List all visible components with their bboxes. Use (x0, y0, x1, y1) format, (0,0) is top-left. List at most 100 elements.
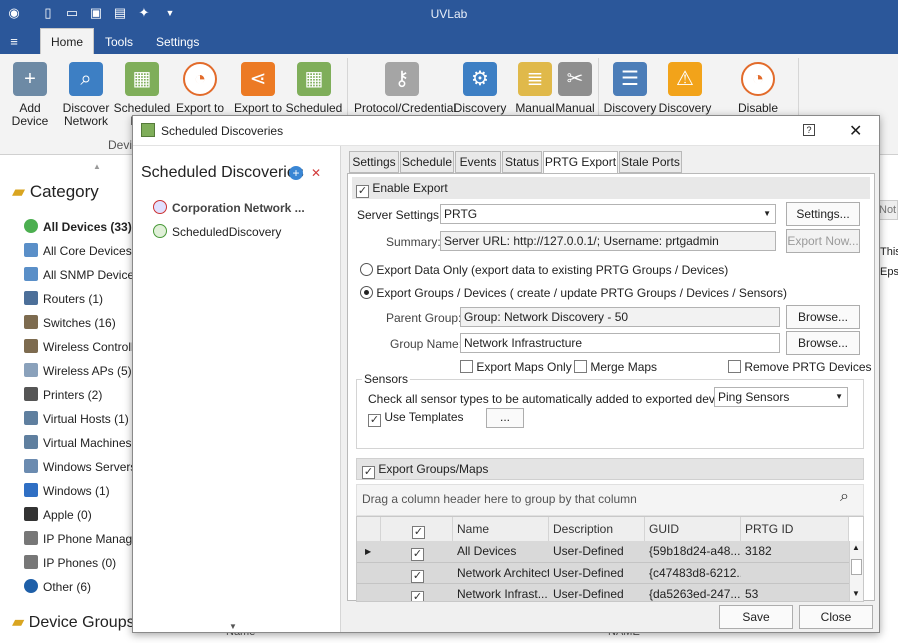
browse-group-name-button[interactable]: Browse... (786, 331, 860, 355)
tab-schedule[interactable]: Schedule (400, 151, 454, 173)
cell-name: Network Infrast... (457, 587, 548, 601)
protocol-credential-button[interactable]: ⚷ Protocol/Credential (354, 62, 456, 115)
add-device-button[interactable]: + Add Device (0, 62, 60, 128)
tab-settings[interactable]: Settings (349, 151, 399, 173)
export-data-only-radio[interactable]: Export Data Only (export data to existin… (360, 263, 728, 277)
export-now-button[interactable]: Export Now... (786, 229, 860, 253)
export-maps-only-checkbox[interactable]: Export Maps Only (460, 360, 572, 374)
scroll-down-icon[interactable]: ▼ (852, 589, 860, 598)
checkmark-icon: ✓ (412, 526, 425, 539)
group-name-label: Group Name: (390, 337, 463, 351)
vertical-scrollbar[interactable]: ▲ ▼ (849, 541, 863, 601)
radio-selected-icon (360, 286, 373, 299)
add-device-icon: + (13, 62, 47, 96)
wireless-controller-icon (24, 339, 38, 353)
checkbox-icon (728, 360, 741, 373)
discovery-list-button[interactable]: ☰ Discovery (600, 62, 660, 115)
group-by-hint: Drag a column header here to group by th… (362, 492, 637, 506)
row-expand-icon[interactable]: ▶ (361, 541, 371, 562)
category-item[interactable]: Other (6) (24, 578, 91, 596)
list-item[interactable]: ScheduledDiscovery (153, 224, 281, 239)
collapse-up-icon[interactable]: ▲ (93, 162, 101, 171)
windows-icon (24, 483, 38, 497)
discover-network-button[interactable]: ⌕ Discover Network (56, 62, 116, 128)
save-button[interactable]: Save (719, 605, 793, 629)
discovery-warning-button[interactable]: ⚠ Discovery (655, 62, 715, 115)
parent-group-field: Group: Network Discovery - 50 (460, 307, 780, 327)
checkbox-icon (460, 360, 473, 373)
scroll-up-icon[interactable]: ▲ (852, 543, 860, 552)
category-item[interactable]: IP Phone Manager (24, 530, 143, 548)
tab-events[interactable]: Events (455, 151, 501, 173)
export-to-prtg-button[interactable]: ◔ Export to (170, 62, 230, 115)
search-icon[interactable]: ⌕ (840, 488, 849, 506)
category-item[interactable]: Routers (1) (24, 290, 103, 308)
tab-home[interactable]: Home (40, 28, 95, 54)
cell-guid: {c47483d8-6212... (649, 566, 741, 580)
category-item[interactable]: Windows (1) (24, 482, 110, 500)
category-item[interactable]: Virtual Machines (0 (24, 434, 146, 452)
scheduled-button[interactable]: ▦ Scheduled (284, 62, 344, 115)
category-item[interactable]: Apple (0) (24, 506, 92, 524)
server-settings-select[interactable]: PRTG ▼ (440, 204, 776, 224)
collapse-down-icon[interactable]: ▼ (229, 622, 237, 631)
tab-stale-ports[interactable]: Stale Ports (619, 151, 682, 173)
templates-ellipsis-button[interactable]: ... (486, 408, 524, 428)
export-to-share-button[interactable]: ⋖ Export to (228, 62, 288, 115)
tab-settings[interactable]: Settings (146, 33, 209, 54)
select-all-header[interactable]: ✓ (381, 517, 453, 541)
category-item[interactable]: All Devices (33) (24, 218, 132, 236)
group-name-input[interactable]: Network Infrastructure (460, 333, 780, 353)
calendar-icon: ▦ (125, 62, 159, 96)
enable-export-checkbox[interactable]: ✓ Enable Export (356, 181, 448, 198)
category-item[interactable]: Windows Servers ( (24, 458, 144, 476)
ip-phone-manager-icon (24, 531, 38, 545)
column-header-name[interactable]: Name (453, 517, 549, 541)
row-indicator-header (357, 517, 381, 541)
category-item[interactable]: Printers (2) (24, 386, 102, 404)
table-row[interactable]: ✓ Network Architect User-Defined {c47483… (357, 562, 849, 583)
row-checkbox[interactable]: ✓ (407, 563, 424, 584)
category-item[interactable]: Virtual Hosts (1) (24, 410, 129, 428)
category-header: ▰ Category (12, 182, 99, 201)
category-item[interactable]: All Core Devices (2 (24, 242, 146, 260)
manual-link-button[interactable]: ✂ Manual (545, 62, 605, 115)
row-checkbox[interactable]: ✓ (407, 541, 424, 562)
settings-button[interactable]: Settings... (786, 202, 860, 226)
add-icon[interactable]: + (289, 166, 303, 180)
list-item[interactable]: Corporation Network ... (153, 200, 305, 215)
column-header-prtg-id[interactable]: PRTG ID (741, 517, 849, 541)
export-groups-radio[interactable]: Export Groups / Devices ( create / updat… (360, 286, 787, 300)
merge-maps-checkbox[interactable]: Merge Maps (574, 360, 657, 374)
tools-icon: ✂ (558, 62, 592, 96)
router-icon (24, 291, 38, 305)
tab-status[interactable]: Status (502, 151, 542, 173)
category-item[interactable]: IP Phones (0) (24, 554, 116, 572)
discovery-settings-button[interactable]: ⚙ Discovery (450, 62, 510, 115)
sensor-type-select[interactable]: Ping Sensors ▼ (714, 387, 848, 407)
close-button[interactable]: Close (799, 605, 873, 629)
tab-tools[interactable]: Tools (95, 33, 143, 54)
export-groups-maps-checkbox[interactable]: ✓ Export Groups/Maps (362, 462, 488, 479)
use-templates-checkbox[interactable]: ✓ Use Templates (368, 410, 464, 427)
globe-icon (24, 219, 38, 233)
help-button[interactable]: ? (803, 124, 815, 136)
table-row[interactable]: ▶ ✓ All Devices User-Defined {59b18d24-a… (357, 541, 849, 562)
browse-parent-group-button[interactable]: Browse... (786, 305, 860, 329)
close-icon[interactable]: ✕ (849, 121, 862, 141)
column-header-guid[interactable]: GUID (645, 517, 741, 541)
app-menu-icon[interactable]: ≡ (6, 34, 22, 50)
remove-prtg-devices-checkbox[interactable]: Remove PRTG Devices (728, 360, 872, 374)
warning-icon: ⚠ (668, 62, 702, 96)
row-checkbox[interactable]: ✓ (407, 584, 424, 601)
table-row[interactable]: ✓ Network Infrast... User-Defined {da526… (357, 583, 849, 601)
tab-prtg-export[interactable]: PRTG Export (543, 151, 618, 174)
category-item[interactable]: Switches (16) (24, 314, 116, 332)
scrollbar-thumb[interactable] (851, 559, 862, 575)
discovery-ok-icon (153, 224, 167, 238)
category-item[interactable]: Wireless APs (5) (24, 362, 132, 380)
category-item[interactable]: All SNMP Devices ( (24, 266, 147, 284)
delete-icon[interactable]: ✕ (311, 166, 324, 180)
column-header-description[interactable]: Description (549, 517, 645, 541)
category-item[interactable]: Wireless Controller (24, 338, 144, 356)
